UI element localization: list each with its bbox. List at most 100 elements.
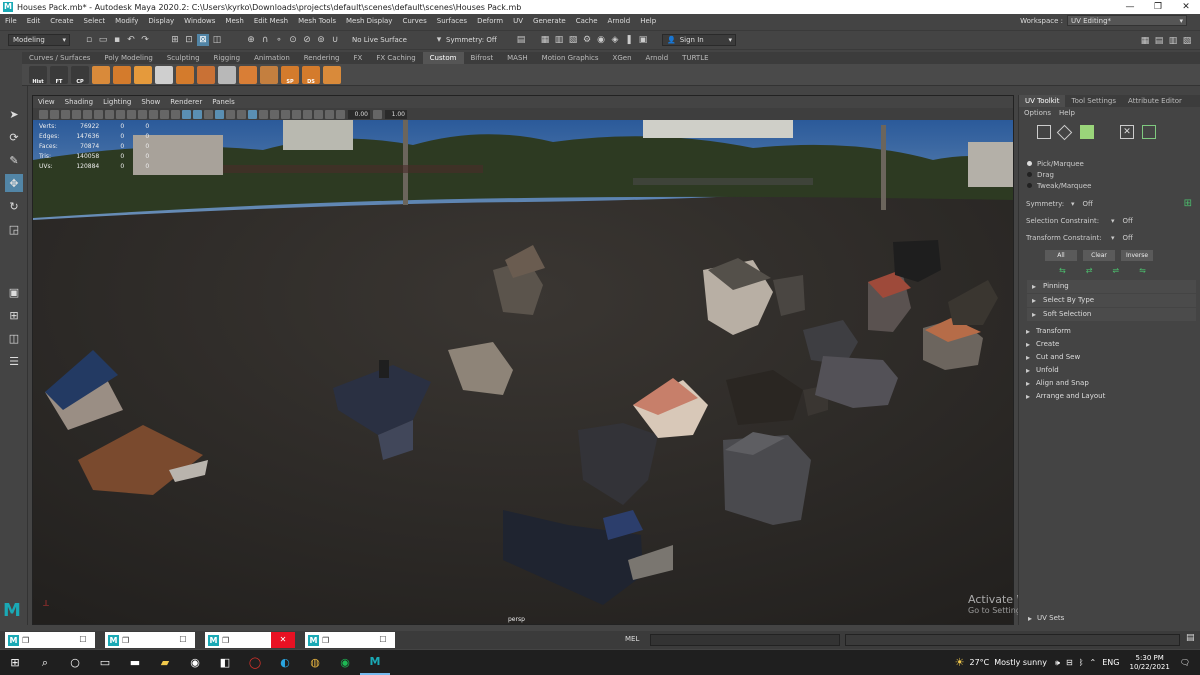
shelf-tab-arnold[interactable]: Arnold <box>639 52 676 64</box>
uv-toolkit-options-menu[interactable]: Options <box>1024 109 1051 117</box>
shelf-tab-rigging[interactable]: Rigging <box>207 52 248 64</box>
chevron-down-icon[interactable]: ▾ <box>1071 200 1075 208</box>
select-hierarchy-icon[interactable]: ⊞ <box>169 34 181 46</box>
script-editor-icon[interactable]: ▤ <box>1186 633 1195 643</box>
uv-toolkit-help-menu[interactable]: Help <box>1059 109 1075 117</box>
shelf-button[interactable] <box>239 65 257 84</box>
render-sequence-icon[interactable]: ▥ <box>553 34 565 46</box>
menu-file[interactable]: File <box>0 17 22 25</box>
restore-icon[interactable]: ❐ <box>222 636 229 645</box>
menu-uv[interactable]: UV <box>508 17 528 25</box>
shelf-button[interactable] <box>197 65 215 84</box>
shelf-button[interactable]: CP <box>71 65 89 85</box>
arnold-render-icon[interactable]: ❚ <box>623 34 635 46</box>
maya-minimized-window[interactable]: M ❐ ✕ <box>205 632 295 648</box>
snap-live-icon[interactable]: ⊚ <box>315 34 327 46</box>
vp-menu-renderer[interactable]: Renderer <box>165 98 207 106</box>
shelf-tab-fx[interactable]: FX <box>347 52 370 64</box>
menuset-dropdown[interactable]: Modeling ▾ <box>8 34 70 46</box>
shelf-button[interactable]: SP <box>281 65 299 85</box>
network-icon[interactable]: ⊟ <box>1066 658 1073 667</box>
pick-marquee-option[interactable]: Pick/Marquee <box>1027 158 1200 169</box>
lasso-tool-icon[interactable]: ⟳ <box>5 128 23 146</box>
lights-icon[interactable] <box>226 109 235 119</box>
tab-tool-settings[interactable]: Tool Settings <box>1065 95 1122 107</box>
notifications-icon[interactable]: 🗨 <box>1180 658 1190 667</box>
cut-and-sew-section[interactable]: Cut and Sew <box>1023 351 1196 364</box>
depth-of-field-icon[interactable] <box>281 109 290 119</box>
bluetooth-icon[interactable]: ᛒ <box>1079 658 1084 667</box>
weather-text[interactable]: Mostly sunny <box>994 658 1047 667</box>
menu-curves[interactable]: Curves <box>397 17 431 25</box>
save-scene-icon[interactable]: ▪ <box>111 34 123 46</box>
ipr-icon[interactable]: ▧ <box>567 34 579 46</box>
pinning-section[interactable]: Pinning <box>1027 280 1196 293</box>
soft-selection-section[interactable]: Soft Selection <box>1027 308 1196 321</box>
align-and-snap-section[interactable]: Align and Snap <box>1023 377 1196 390</box>
safe-action-icon[interactable] <box>160 109 169 119</box>
2d-pan-zoom-icon[interactable] <box>83 109 92 119</box>
select-component-icon[interactable]: ⊠ <box>197 34 209 46</box>
select-all-button[interactable]: All <box>1045 249 1077 261</box>
arnold-ipr-icon[interactable]: ▣ <box>637 34 649 46</box>
shelf-tab-xgen[interactable]: XGen <box>606 52 639 64</box>
grease-pencil-icon[interactable] <box>94 109 103 119</box>
vp-menu-panels[interactable]: Panels <box>207 98 240 106</box>
menu-create[interactable]: Create <box>45 17 78 25</box>
magnet-icon[interactable]: ∪ <box>329 34 341 46</box>
snap-grid-icon[interactable]: ⊕ <box>245 34 257 46</box>
cortana-icon[interactable]: ○ <box>60 650 90 675</box>
vp-menu-view[interactable]: View <box>33 98 60 106</box>
edge-mode-icon[interactable] <box>1056 124 1073 140</box>
shelf-tab-fx-caching[interactable]: FX Caching <box>369 52 422 64</box>
shelf-tab-custom[interactable]: Custom <box>422 52 464 64</box>
language-indicator[interactable]: ENG <box>1102 658 1119 667</box>
shelf-button[interactable] <box>134 65 152 84</box>
menu-modify[interactable]: Modify <box>110 17 143 25</box>
snap-view-icon[interactable]: ⊙ <box>287 34 299 46</box>
two-view-layout-icon[interactable]: ◫ <box>5 329 23 347</box>
exposure-icon[interactable] <box>336 109 345 119</box>
channel-box-icon[interactable]: ▧ <box>1181 35 1193 47</box>
outliner-layout-icon[interactable]: ☰ <box>5 352 23 370</box>
opera-icon[interactable]: ◯ <box>240 650 270 675</box>
uv-sets-section[interactable]: UV Sets <box>1025 612 1200 625</box>
menu-windows[interactable]: Windows <box>179 17 220 25</box>
select-object-icon[interactable]: ⊡ <box>183 34 195 46</box>
exposure-input[interactable]: 0.00 <box>348 109 370 119</box>
transform-constraint-value[interactable]: Off <box>1123 234 1133 242</box>
arrange-and-layout-section[interactable]: Arrange and Layout <box>1023 390 1196 403</box>
epic-games-icon[interactable]: ◧ <box>210 650 240 675</box>
menu-mesh-display[interactable]: Mesh Display <box>341 17 397 25</box>
menu-edit[interactable]: Edit <box>22 17 46 25</box>
symmetry-row-value[interactable]: Off <box>1083 200 1093 208</box>
restore-icon[interactable]: ❐ <box>122 636 129 645</box>
maya-minimized-window[interactable]: M ❐ ☐ <box>105 632 195 648</box>
chrome-icon[interactable]: ◍ <box>300 650 330 675</box>
snap-point-icon[interactable]: ∘ <box>273 34 285 46</box>
symmetry-label[interactable]: Symmetry: Off <box>446 36 514 44</box>
shelf-tab-bifrost[interactable]: Bifrost <box>464 52 501 64</box>
shrink-selection-icon[interactable]: ⇄ <box>1086 266 1093 275</box>
anti-aliasing-icon[interactable] <box>270 109 279 119</box>
menu-mesh-tools[interactable]: Mesh Tools <box>293 17 341 25</box>
vertex-mode-icon[interactable] <box>1037 125 1051 139</box>
shelf-button[interactable] <box>176 65 194 84</box>
menu-cache[interactable]: Cache <box>571 17 603 25</box>
close-icon[interactable]: ☐ <box>371 632 395 648</box>
single-view-layout-icon[interactable]: ▣ <box>5 283 23 301</box>
isolate-select-icon[interactable] <box>292 109 301 119</box>
file-explorer-icon[interactable]: ▰ <box>150 650 180 675</box>
wireframe-icon[interactable] <box>182 109 191 119</box>
shelf-tab-motion-graphics[interactable]: Motion Graphics <box>535 52 606 64</box>
scale-tool-icon[interactable]: ◲ <box>5 220 23 238</box>
shelf-tab-animation[interactable]: Animation <box>247 52 297 64</box>
search-icon[interactable]: ⌕ <box>30 650 60 675</box>
render-setup-icon[interactable]: ◈ <box>609 34 621 46</box>
maya-taskbar-icon[interactable]: M <box>360 650 390 675</box>
tab-attribute-editor[interactable]: Attribute Editor <box>1122 95 1188 107</box>
menu-arnold[interactable]: Arnold <box>603 17 636 25</box>
face-mode-icon[interactable] <box>1080 125 1094 139</box>
shelf-button[interactable] <box>323 65 341 84</box>
mel-label[interactable]: MEL <box>625 635 639 643</box>
